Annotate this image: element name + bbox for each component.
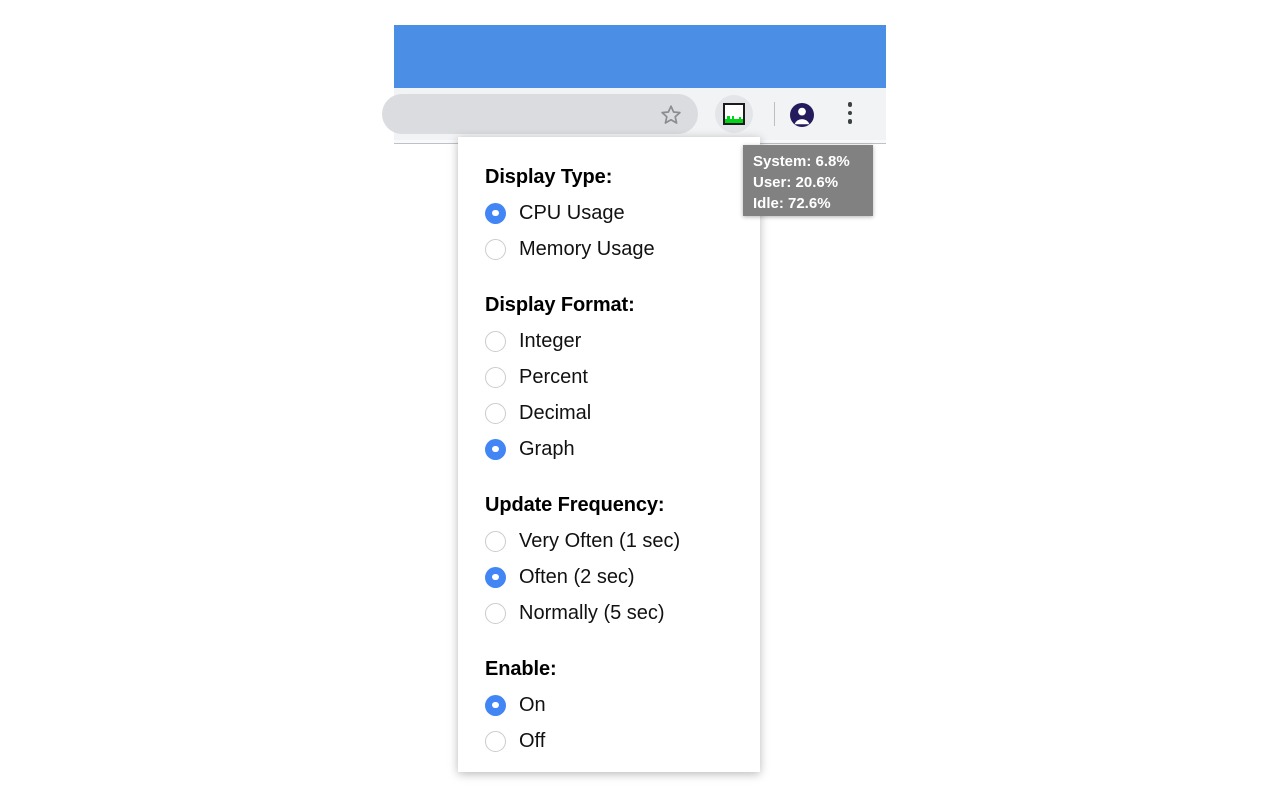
radio-cpu-usage[interactable]: [485, 202, 506, 224]
label-memory-usage: Memory Usage: [519, 238, 655, 260]
option-percent[interactable]: Percent: [485, 359, 760, 395]
three-dot-menu-icon[interactable]: [847, 102, 853, 128]
radio-decimal[interactable]: [485, 402, 506, 424]
cpu-graph-bars: [725, 114, 743, 123]
browser-toolbar: [382, 88, 886, 140]
cpu-stats-tooltip: System: 6.8% User: 20.6% Idle: 72.6%: [743, 145, 873, 216]
tooltip-line-user: User: 20.6%: [753, 174, 839, 191]
option-on[interactable]: On: [485, 687, 760, 723]
group-display-type: Display Type: CPU Usage Memory Usage: [485, 167, 760, 267]
label-on: On: [519, 694, 546, 716]
group-enable: Enable: On Off: [485, 659, 760, 759]
option-normally[interactable]: Normally (5 sec): [485, 595, 760, 631]
radio-often[interactable]: [485, 566, 506, 588]
label-very-often: Very Often (1 sec): [519, 530, 681, 552]
group-title-display-format: Display Format:: [485, 294, 635, 316]
radio-very-often[interactable]: [485, 530, 506, 552]
radio-memory-usage[interactable]: [485, 238, 506, 260]
extension-popup: Display Type: CPU Usage Memory Usage Dis…: [458, 137, 760, 772]
option-graph[interactable]: Graph: [485, 431, 760, 467]
tooltip-line-idle: Idle: 72.6%: [753, 195, 831, 212]
label-cpu-usage: CPU Usage: [519, 202, 625, 224]
label-normally: Normally (5 sec): [519, 602, 665, 624]
extension-action-button[interactable]: [715, 95, 753, 133]
address-bar[interactable]: [382, 94, 698, 134]
label-graph: Graph: [519, 438, 575, 460]
profile-avatar-icon[interactable]: [789, 102, 815, 128]
group-title-update-frequency: Update Frequency:: [485, 494, 665, 516]
label-often: Often (2 sec): [519, 566, 635, 588]
option-decimal[interactable]: Decimal: [485, 395, 760, 431]
option-integer[interactable]: Integer: [485, 323, 760, 359]
radio-off[interactable]: [485, 730, 506, 752]
browser-window: [382, 25, 886, 144]
group-display-format: Display Format: Integer Percent Decimal …: [485, 295, 760, 467]
label-decimal: Decimal: [519, 402, 592, 424]
group-update-frequency: Update Frequency: Very Often (1 sec) Oft…: [485, 495, 760, 631]
group-title-enable: Enable:: [485, 658, 557, 680]
browser-tabstrip: [394, 25, 886, 88]
option-often[interactable]: Often (2 sec): [485, 559, 760, 595]
label-percent: Percent: [519, 366, 588, 388]
label-off: Off: [519, 730, 546, 752]
option-very-often[interactable]: Very Often (1 sec): [485, 523, 760, 559]
toolbar-divider: [774, 102, 775, 126]
bookmark-star-icon[interactable]: [659, 103, 683, 127]
screen: Display Type: CPU Usage Memory Usage Dis…: [0, 0, 1280, 800]
radio-percent[interactable]: [485, 366, 506, 388]
option-cpu-usage[interactable]: CPU Usage: [485, 195, 760, 231]
option-memory-usage[interactable]: Memory Usage: [485, 231, 760, 267]
radio-graph[interactable]: [485, 438, 506, 460]
cpu-graph-icon: [723, 103, 745, 125]
label-integer: Integer: [519, 330, 582, 352]
popup-body: Display Type: CPU Usage Memory Usage Dis…: [458, 137, 760, 759]
radio-normally[interactable]: [485, 602, 506, 624]
radio-on[interactable]: [485, 694, 506, 716]
group-title-display-type: Display Type:: [485, 166, 613, 188]
radio-integer[interactable]: [485, 330, 506, 352]
tooltip-line-system: System: 6.8%: [753, 153, 850, 170]
option-off[interactable]: Off: [485, 723, 760, 759]
